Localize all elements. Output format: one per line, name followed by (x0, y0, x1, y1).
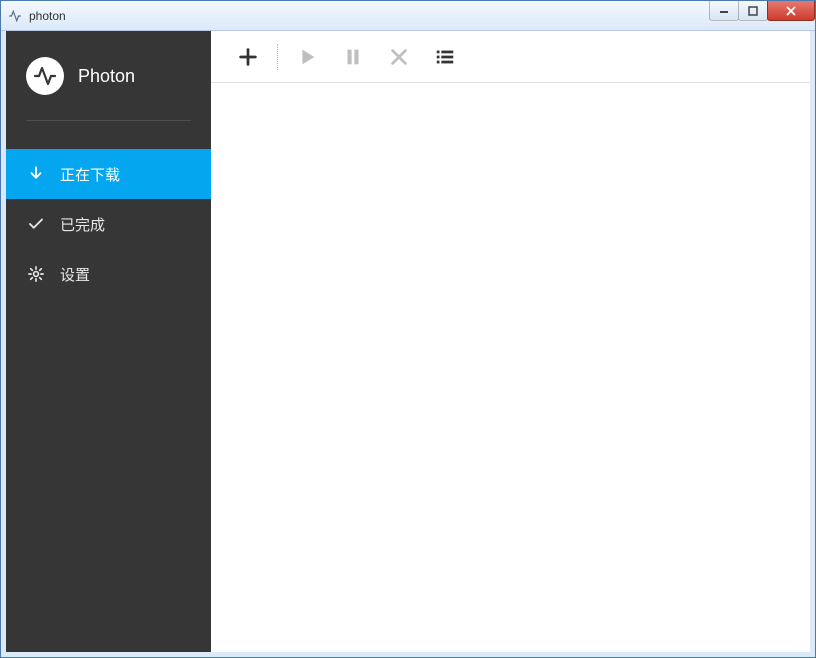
gear-icon (26, 265, 46, 283)
window-controls (710, 1, 815, 21)
sidebar-item-downloading[interactable]: 正在下载 (6, 149, 211, 199)
app-window: photon Photon (0, 0, 816, 658)
client-area: Photon 正在下载 已完成 (1, 31, 815, 657)
maximize-icon (748, 6, 758, 16)
divider (26, 120, 191, 121)
toolbar-separator (277, 44, 278, 70)
window-title: photon (29, 9, 66, 23)
app-logo (26, 57, 64, 95)
sidebar-item-completed[interactable]: 已完成 (6, 199, 211, 249)
sidebar-item-label: 已完成 (60, 214, 105, 235)
pause-icon (342, 46, 364, 68)
maximize-button[interactable] (738, 1, 768, 21)
titlebar[interactable]: photon (1, 1, 815, 31)
minimize-icon (719, 6, 729, 16)
sidebar-item-label: 正在下载 (60, 164, 120, 185)
x-icon (388, 46, 410, 68)
nav: 正在下载 已完成 设置 (6, 121, 211, 299)
list-icon (434, 46, 456, 68)
pulse-icon (33, 64, 57, 88)
sidebar-item-settings[interactable]: 设置 (6, 249, 211, 299)
sidebar-item-label: 设置 (60, 264, 90, 285)
main-panel (211, 31, 810, 652)
pause-button[interactable] (330, 31, 376, 83)
download-icon (26, 165, 46, 183)
close-icon (785, 6, 797, 16)
start-button[interactable] (284, 31, 330, 83)
app-icon (7, 8, 23, 24)
check-icon (26, 215, 46, 233)
sidebar: Photon 正在下载 已完成 (6, 31, 211, 652)
brand: Photon (6, 31, 211, 121)
add-button[interactable] (225, 31, 271, 83)
play-icon (296, 46, 318, 68)
close-button[interactable] (767, 1, 815, 21)
plus-icon (237, 46, 259, 68)
toolbar (211, 31, 810, 83)
brand-name: Photon (78, 66, 135, 87)
download-list (211, 83, 810, 652)
minimize-button[interactable] (709, 1, 739, 21)
list-button[interactable] (422, 31, 468, 83)
cancel-button[interactable] (376, 31, 422, 83)
